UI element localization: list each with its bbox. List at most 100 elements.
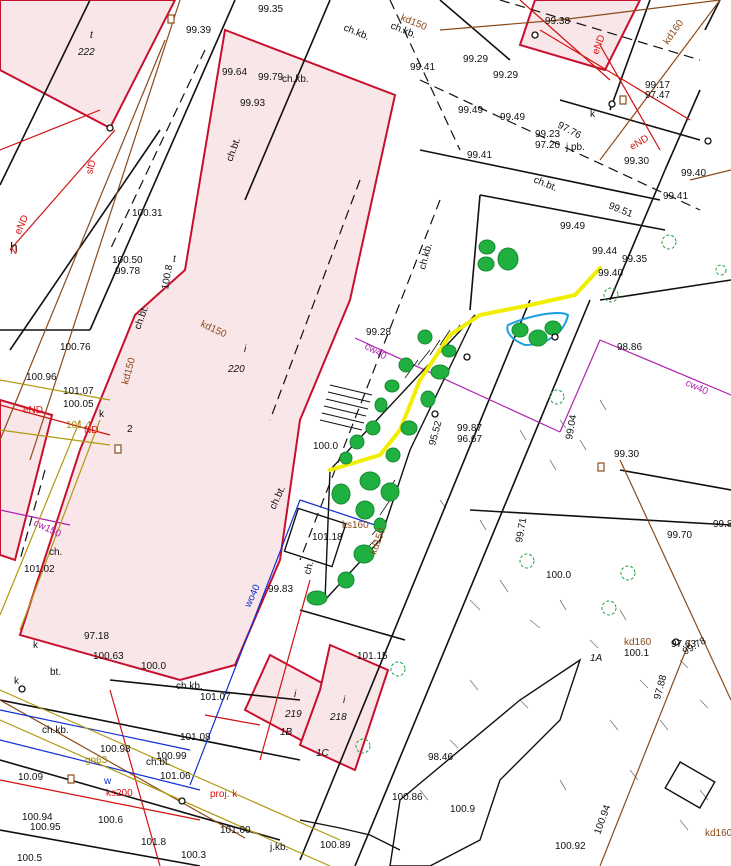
- map-label: kd160: [705, 828, 731, 839]
- map-label: 99.39: [186, 25, 211, 36]
- map-label: 99.40: [681, 168, 706, 179]
- tree: [420, 390, 436, 408]
- tree: [528, 329, 548, 347]
- valve-icon: [597, 462, 605, 472]
- map-label: 99.83: [268, 584, 293, 595]
- tree: [544, 320, 562, 336]
- map-label: N: [10, 246, 17, 257]
- map-label: 99.28: [366, 327, 391, 338]
- map-label: 100.31: [132, 208, 163, 219]
- manhole-icon: [704, 137, 712, 145]
- map-label: 100.05: [63, 399, 94, 410]
- map-label: 99.23: [535, 129, 560, 140]
- manhole-icon: [106, 124, 114, 132]
- map-label: 99.35: [258, 4, 283, 15]
- map-label: 96.67: [457, 434, 482, 445]
- tree: [384, 379, 400, 393]
- tree: [365, 420, 381, 436]
- map-label: 101.00: [220, 825, 251, 836]
- map-label: 100.0: [313, 441, 338, 452]
- tree: [400, 420, 418, 436]
- tree: [417, 329, 433, 345]
- map-label: 97.20: [535, 140, 560, 151]
- manhole-icon: [431, 410, 439, 418]
- map-label: 99.49: [560, 221, 585, 232]
- tree: [306, 590, 328, 606]
- map-label: 99.78: [115, 266, 140, 277]
- tree: [374, 397, 388, 413]
- tree: [511, 322, 529, 338]
- building-number: 219: [284, 709, 302, 720]
- tree: [477, 256, 495, 272]
- map-label: 101.02: [24, 564, 55, 575]
- map-label: 98.46: [428, 752, 453, 763]
- map-label: 10.09: [18, 772, 43, 783]
- map-label: 99.93: [240, 98, 265, 109]
- tree: [337, 571, 355, 589]
- map-label: 100.98: [100, 744, 131, 755]
- valve-icon: [619, 95, 627, 105]
- map-label: ks200: [106, 788, 133, 799]
- map-label: 97.63: [671, 639, 696, 650]
- building-number: 222: [77, 47, 95, 58]
- map-label: bt.: [50, 667, 61, 678]
- map-label: 101.08: [180, 732, 211, 743]
- valve-icon: [67, 774, 75, 784]
- map-label: 100.50: [112, 255, 143, 266]
- map-label: 99.40: [598, 268, 623, 279]
- map-label: 99.29: [463, 54, 488, 65]
- map-label: 99.38: [545, 16, 570, 27]
- map-label: 100.5: [17, 853, 42, 864]
- map-label: ch.bt.: [146, 757, 170, 768]
- manhole-icon: [608, 100, 616, 108]
- manhole-icon: [551, 333, 559, 341]
- tree: [398, 357, 414, 373]
- map-label: 100.92: [555, 841, 586, 852]
- tree: [339, 451, 353, 465]
- tree: [478, 239, 496, 255]
- building-unit: 1C: [316, 748, 330, 759]
- map-label: j.kb.: [269, 842, 288, 853]
- map-label: ch.kb.: [282, 74, 309, 85]
- manhole-icon: [178, 797, 186, 805]
- map-label: 98.86: [617, 342, 642, 353]
- map-label: 99.35: [622, 254, 647, 265]
- map-label: j.pb.: [565, 142, 585, 153]
- map-label: ch.kb.: [42, 725, 69, 736]
- map-label: 1A: [590, 653, 603, 664]
- map-label: 100.89: [320, 840, 351, 851]
- building-unit: 1B: [280, 727, 293, 738]
- valve-icon: [114, 444, 122, 454]
- map-label: 99.8: [713, 519, 731, 530]
- tree: [331, 483, 351, 505]
- map-label: 2: [127, 424, 133, 435]
- map-label: ND: [84, 425, 98, 436]
- map-label: 100.86: [392, 792, 423, 803]
- tree: [355, 500, 375, 520]
- tree: [430, 364, 450, 380]
- tree: [359, 471, 381, 491]
- tree: [385, 447, 401, 463]
- map-label: 100.0: [141, 661, 166, 672]
- map-label: 100.3: [181, 850, 206, 861]
- map-label: 101.15: [357, 651, 388, 662]
- map-label: ks160: [342, 520, 369, 531]
- map-label: 101.07: [200, 692, 231, 703]
- building-number: 220: [227, 364, 245, 375]
- map-label: 97.18: [84, 631, 109, 642]
- map-label: 100.76: [60, 342, 91, 353]
- tree: [380, 482, 400, 502]
- manhole-icon: [463, 353, 471, 361]
- map-label: 99.79: [258, 72, 283, 83]
- map-label: 101.07: [63, 386, 94, 397]
- map-label: 99.44: [592, 246, 617, 257]
- survey-map: 99.3599.39 ch.kb. ch.kb.kd150 99.38eND kd160…: [0, 0, 731, 866]
- map-label: 99.70: [667, 530, 692, 541]
- valve-icon: [167, 14, 175, 24]
- map-label: 100.6: [98, 815, 123, 826]
- map-label: 100.0: [546, 570, 571, 581]
- tree: [349, 434, 365, 450]
- map-label: 99.30: [624, 156, 649, 167]
- map-label: 99.41: [663, 191, 688, 202]
- map-label: 99.29: [493, 70, 518, 81]
